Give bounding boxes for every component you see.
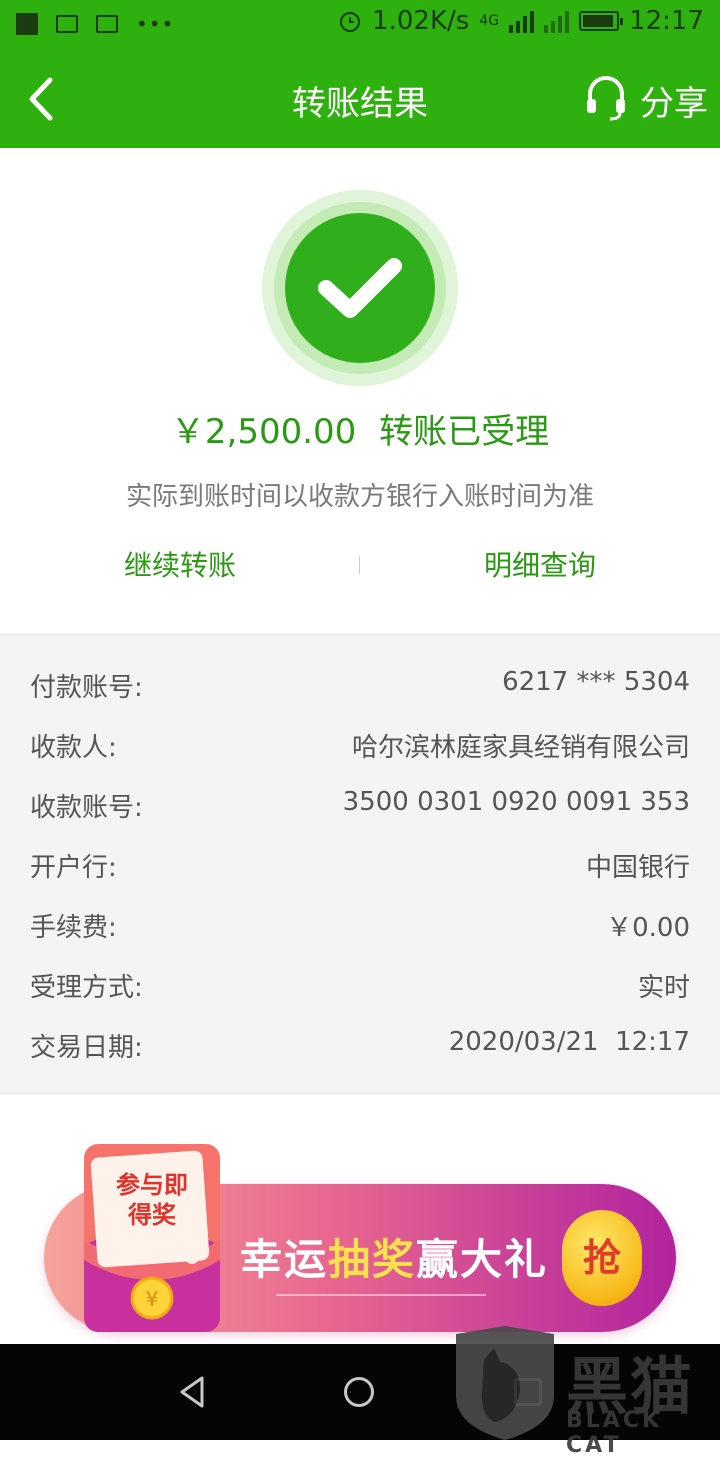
detail-row: 付款账号: 6217 *** 5304 xyxy=(30,667,690,707)
alarm-icon xyxy=(340,12,361,32)
detail-value: 3500 0301 0920 0091 353 xyxy=(342,787,690,817)
detail-row: 开户行: 中国银行 xyxy=(30,847,690,887)
detail-row: 收款账号: 3500 0301 0920 0091 353 xyxy=(30,787,690,827)
promo-text: 幸运抽奖赢大礼 xyxy=(240,1226,548,1287)
detail-value: 中国银行 xyxy=(585,853,690,883)
detail-label: 付款账号: xyxy=(30,673,143,703)
cat-shield-logo xyxy=(456,1326,554,1440)
detail-query-link[interactable]: 明细查询 xyxy=(484,544,596,584)
notification-square-icon xyxy=(16,13,38,35)
black-cat-watermark: 黑猫 BLACK CAT xyxy=(450,1326,720,1458)
transfer-amount: ￥2,500.00 xyxy=(170,412,357,452)
promo-text-2: 赢大礼 xyxy=(416,1235,549,1284)
nav-back-icon[interactable] xyxy=(176,1374,208,1410)
detail-value: ￥0.00 xyxy=(606,913,690,943)
watermark-en: BLACK CAT xyxy=(566,1408,663,1458)
continue-transfer-link[interactable]: 继续转账 xyxy=(124,544,236,584)
detail-label: 受理方式: xyxy=(30,973,143,1003)
envelope-text: 参与即 得奖 xyxy=(102,1170,202,1230)
promo-text-1: 幸运 xyxy=(240,1235,329,1284)
envelope-text-1: 参与即 xyxy=(116,1171,188,1199)
more-notifications-icon: ••• xyxy=(136,12,175,36)
detail-row: 手续费: ￥0.00 xyxy=(30,907,690,947)
top-bar: ••• 1.02K/s 4G 12:17 转账结果 分享 xyxy=(0,0,720,148)
detail-value: 2020/03/21 12:17 xyxy=(448,1027,690,1057)
detail-row: 收款人: 哈尔滨林庭家具经销有限公司 xyxy=(30,727,690,767)
status-bar: ••• 1.02K/s 4G 12:17 xyxy=(0,0,720,50)
detail-label: 收款账号: xyxy=(30,793,143,823)
headset-icon[interactable] xyxy=(584,72,628,122)
result-line: ￥2,500.00 转账已受理 xyxy=(0,404,720,453)
transfer-details: 付款账号: 6217 *** 5304 收款人: 哈尔滨林庭家具经销有限公司 收… xyxy=(0,634,720,1094)
detail-label: 交易日期: xyxy=(30,1033,143,1063)
grab-button[interactable]: 抢 xyxy=(562,1210,642,1306)
net-type: 4G xyxy=(479,13,500,29)
detail-label: 收款人: xyxy=(30,733,117,763)
svg-text:¥: ¥ xyxy=(146,1287,159,1311)
net-speed: 1.02K/s xyxy=(372,6,470,36)
detail-row: 受理方式: 实时 xyxy=(30,967,690,1007)
clock: 12:17 xyxy=(629,6,704,36)
promo-text-highlight: 抽奖 xyxy=(328,1235,417,1284)
sim-icon xyxy=(96,15,118,33)
nav-bar: 转账结果 分享 xyxy=(0,50,720,148)
detail-label: 手续费: xyxy=(30,913,117,943)
detail-value: 哈尔滨林庭家具经销有限公司 xyxy=(351,733,690,763)
nav-home-icon[interactable] xyxy=(344,1377,374,1407)
detail-value: 实时 xyxy=(637,973,690,1003)
signal-icon xyxy=(509,9,535,33)
transfer-status: 转账已受理 xyxy=(379,412,550,452)
detail-row: 交易日期: 2020/03/21 12:17 xyxy=(30,1027,690,1067)
action-divider xyxy=(359,556,360,574)
status-left-icons: ••• xyxy=(16,12,174,36)
calendar-icon xyxy=(56,15,78,33)
detail-value: 6217 *** 5304 xyxy=(502,667,690,697)
red-envelope-icon: ¥ 参与即 得奖 xyxy=(80,1140,224,1336)
status-right: 1.02K/s 4G 12:17 xyxy=(338,6,704,36)
battery-icon xyxy=(579,11,624,31)
check-icon xyxy=(262,190,458,386)
envelope-text-2: 得奖 xyxy=(128,1201,176,1229)
promo-underline xyxy=(276,1294,486,1296)
detail-label: 开户行: xyxy=(30,853,117,883)
arrival-note: 实际到账时间以收款方银行入账时间为准 xyxy=(125,482,594,512)
share-button[interactable]: 分享 xyxy=(640,76,708,125)
signal-2-icon xyxy=(544,9,570,33)
